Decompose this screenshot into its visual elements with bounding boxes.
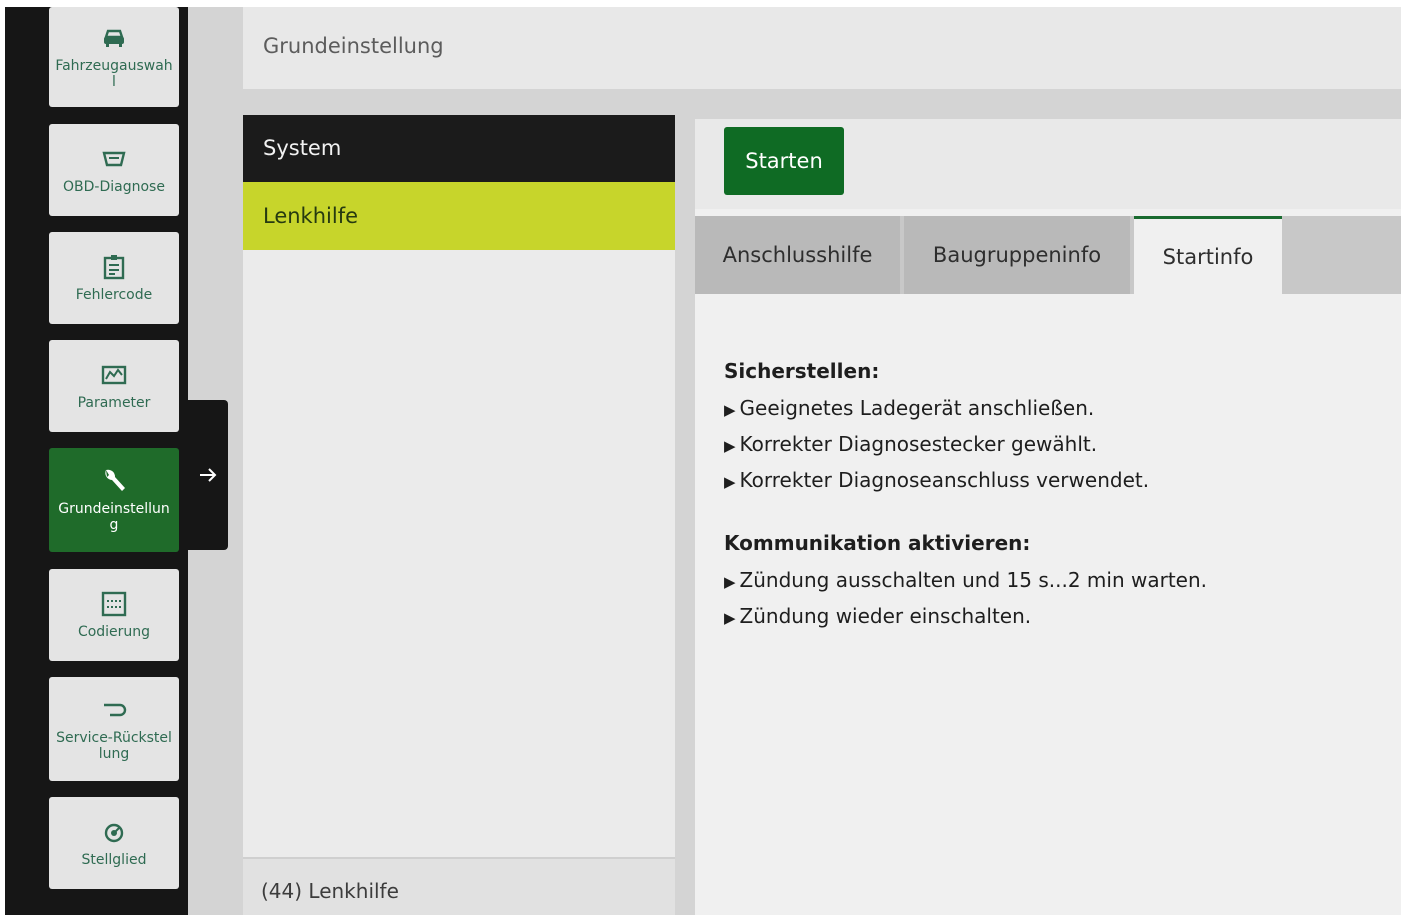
detail-panel: Starten Anschlusshilfe Baugruppeninfo St… [695,119,1401,915]
tab-baugruppeninfo[interactable]: Baugruppeninfo [904,216,1130,294]
obd-plug-icon [102,151,126,167]
binary-code-icon [101,591,127,617]
tab-label: Startinfo [1162,244,1254,269]
tab-bar: Anschlusshilfe Baugruppeninfo Startinfo [695,216,1401,294]
nav-label: Service-Rückstellung [56,730,172,762]
startinfo-content: Sicherstellen: ▶ Geeignetes Ladegerät ans… [724,359,1384,635]
action-toolbar: Starten [695,119,1401,209]
service-reset-icon [104,703,127,717]
section-heading: Sicherstellen: [724,359,880,383]
instruction-text: Zündung ausschalten und 15 s...2 min war… [739,568,1208,592]
nav-label: Fehlercode [75,287,153,303]
nav-item-parameter[interactable]: Parameter [49,340,179,432]
bullet-triangle-icon: ▶ [724,437,736,455]
selected-system-status: (44) Lenkhilfe [261,879,399,903]
title-bar: Grundeinstellung [243,7,1401,89]
wrench-icon [105,469,125,491]
nav-label: Grundeinstellung [58,501,170,533]
system-list-item-lenkhilfe[interactable]: Lenkhilfe [243,182,675,250]
nav-item-service-rueckstellung[interactable]: Service-Rückstellung [49,677,179,781]
nav-item-codierung[interactable]: Codierung [49,569,179,661]
instruction-text: Korrekter Diagnosestecker gewählt. [739,432,1098,456]
arrow-right-icon [200,468,217,482]
bullet-triangle-icon: ▶ [724,473,736,491]
instruction-text: Zündung wieder einschalten. [739,604,1032,628]
system-list-header: System [243,115,675,182]
system-list-footer: (44) Lenkhilfe [243,857,675,915]
nav-label: Parameter [77,395,151,411]
actuator-icon [104,823,124,843]
section-heading: Kommunikation aktivieren: [724,531,1031,555]
instruction-item: ▶ Zündung ausschalten und 15 s...2 min wa… [724,563,1384,599]
fault-list-icon [103,255,125,280]
page-title: Grundeinstellung [263,34,444,58]
system-list-header-label: System [263,136,342,160]
nav-item-fahrzeugauswahl[interactable]: Fahrzeugauswahl [49,7,179,107]
instruction-item: ▶ Zündung wieder einschalten. [724,599,1384,635]
tab-startinfo[interactable]: Startinfo [1134,216,1282,294]
bullet-triangle-icon: ▶ [724,609,736,627]
sidebar: Fahrzeugauswahl OBD-Diagnose Fehlercode … [5,7,188,915]
instruction-item: ▶ Geeignetes Ladegerät anschließen. [724,391,1384,427]
sidebar-expand-button[interactable] [188,400,228,550]
instruction-item: ▶ Korrekter Diagnosestecker gewählt. [724,427,1384,463]
system-list-panel: System Lenkhilfe (44) Lenkhilfe [243,115,675,915]
nav-label: Codierung [77,624,151,640]
nav-item-stellglied[interactable]: Stellglied [49,797,179,889]
nav-label: Fahrzeugauswahl [55,58,173,90]
start-button[interactable]: Starten [724,127,844,195]
bullet-triangle-icon: ▶ [724,573,736,591]
instruction-item: ▶ Korrekter Diagnoseanschluss verwendet. [724,463,1384,499]
tab-label: Baugruppeninfo [932,243,1102,267]
nav-item-fehlercode[interactable]: Fehlercode [49,232,179,324]
nav-label: Stellglied [81,852,147,868]
parameter-gauge-icon [101,365,127,385]
instruction-text: Korrekter Diagnoseanschluss verwendet. [739,468,1150,492]
app-screen: Fahrzeugauswahl OBD-Diagnose Fehlercode … [5,7,1401,915]
tab-label: Anschlusshilfe [722,243,873,267]
nav-item-obd-diagnose[interactable]: OBD-Diagnose [49,124,179,216]
system-list-item-label: Lenkhilfe [263,204,359,228]
instruction-text: Geeignetes Ladegerät anschließen. [739,396,1095,420]
nav-item-grundeinstellung[interactable]: Grundeinstellung [49,448,179,552]
tab-anschlusshilfe[interactable]: Anschlusshilfe [695,216,900,294]
bullet-triangle-icon: ▶ [724,401,736,419]
car-icon [104,29,124,47]
nav-label: OBD-Diagnose [63,179,165,195]
